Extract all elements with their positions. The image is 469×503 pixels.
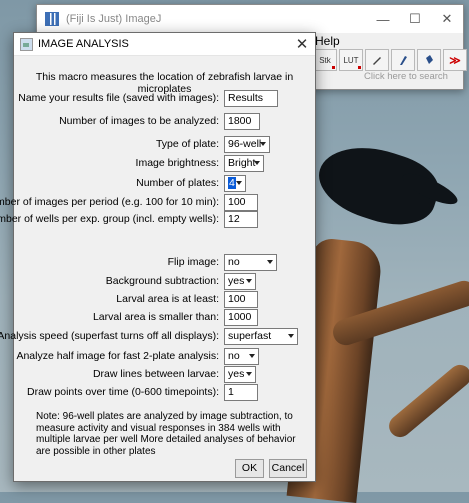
brightness-label: Image brightness: [135, 157, 219, 169]
larval-min-field[interactable]: 100 [224, 291, 258, 308]
row-results-name: Name your results file (saved with image… [14, 90, 315, 108]
row-larval-min: Larval area is at least: 100 [14, 291, 315, 309]
minimize-icon[interactable]: — [367, 5, 399, 33]
half-image-label: Analyze half image for fast 2-plate anal… [16, 350, 219, 362]
num-plates-label: Number of plates: [136, 177, 219, 189]
row-num-plates: Number of plates: 4 [14, 175, 315, 193]
fiji-title-bar[interactable]: (Fiji Is Just) ImageJ — ☐ ✕ [37, 5, 463, 33]
row-bg-subtraction: Background subtraction: yes [14, 273, 315, 291]
row-flip-image: Flip image: no [14, 254, 315, 272]
chevron-down-icon [249, 354, 255, 358]
fiji-window-title: (Fiji Is Just) ImageJ [66, 13, 162, 25]
brightness-value: Bright [228, 157, 256, 169]
row-draw-lines: Draw lines between larvae: yes [14, 366, 315, 384]
num-plates-select[interactable]: 4 [224, 175, 246, 192]
num-images-field[interactable]: 1800 [224, 113, 260, 130]
fiji-app-icon [45, 12, 59, 26]
draw-lines-value: yes [228, 368, 245, 380]
lut-tool-button[interactable]: LUT [339, 49, 363, 71]
bg-subtraction-select[interactable]: yes [224, 273, 256, 290]
images-per-period-label: Number of images per period (e.g. 100 fo… [0, 196, 219, 208]
stk-label: Stk [319, 55, 331, 65]
dialog-title: IMAGE ANALYSIS [38, 38, 129, 50]
speed-label: Analysis speed (superfast turns off all … [0, 330, 219, 342]
chevron-down-icon [267, 260, 273, 264]
cancel-button[interactable]: Cancel [269, 459, 307, 478]
image-analysis-dialog: IMAGE ANALYSIS ✕ This macro measures the… [0, 32, 316, 482]
ok-button[interactable]: OK [235, 459, 264, 478]
row-larval-max: Larval area is smaller than: 1000 [14, 309, 315, 327]
draw-points-label: Draw points over time (0-600 timepoints)… [27, 386, 219, 398]
larval-max-label: Larval area is smaller than: [92, 311, 219, 323]
lut-label: LUT [343, 55, 359, 65]
half-image-value: no [228, 350, 240, 362]
brush-tool-icon[interactable] [391, 49, 415, 71]
images-per-period-field[interactable]: 100 [224, 194, 258, 211]
speed-select[interactable]: superfast [224, 328, 298, 345]
draw-lines-select[interactable]: yes [224, 366, 256, 383]
dialog-note-text: Note: 96-well plates are analyzed by ima… [36, 411, 296, 457]
plate-type-select[interactable]: 96-well [224, 136, 270, 153]
flip-image-value: no [228, 256, 240, 268]
plate-type-value: 96-well [228, 138, 262, 150]
dialog-image-icon [20, 37, 33, 51]
flood-fill-tool-icon[interactable] [417, 49, 441, 71]
brightness-select[interactable]: Bright [224, 155, 264, 172]
row-wells-per-group: Number of wells per exp. group (incl. em… [0, 211, 315, 229]
half-image-select[interactable]: no [224, 348, 259, 365]
close-icon[interactable]: ✕ [431, 5, 463, 33]
results-name-field[interactable]: Results [224, 90, 278, 107]
row-speed: Analysis speed (superfast turns off all … [0, 328, 315, 346]
chevron-down-icon [246, 372, 252, 376]
plate-type-label: Type of plate: [155, 138, 219, 150]
chevron-down-icon [288, 334, 294, 338]
close-icon[interactable]: ✕ [289, 35, 315, 53]
more-tools-icon[interactable]: ≫ [443, 49, 467, 71]
draw-points-field[interactable]: 1 [224, 384, 258, 401]
row-half-image: Analyze half image for fast 2-plate anal… [14, 348, 315, 366]
draw-lines-label: Draw lines between larvae: [92, 368, 219, 380]
search-input[interactable]: Click here to search [361, 71, 460, 85]
maximize-icon[interactable]: ☐ [399, 5, 431, 33]
speed-value: superfast [228, 330, 272, 342]
toolbar: Stk LUT ≫ [313, 49, 467, 71]
background-tree-branch [384, 360, 469, 442]
menu-help[interactable]: Help [315, 34, 340, 48]
num-images-label: Number of images to be analyzed: [59, 115, 219, 127]
stk-tool-button[interactable]: Stk [313, 49, 337, 71]
wells-per-group-field[interactable]: 12 [224, 211, 258, 228]
larval-min-label: Larval area is at least: [116, 293, 219, 305]
row-draw-points: Draw points over time (0-600 timepoints)… [14, 384, 315, 402]
dialog-title-bar[interactable]: IMAGE ANALYSIS ✕ [14, 33, 315, 56]
chevron-down-icon [246, 279, 252, 283]
row-images-per-period: Number of images per period (e.g. 100 fo… [0, 194, 315, 212]
chevron-down-icon [260, 142, 266, 146]
row-plate-type: Type of plate: 96-well [14, 136, 315, 154]
larval-max-field[interactable]: 1000 [224, 309, 258, 326]
flip-image-select[interactable]: no [224, 254, 277, 271]
chevron-down-icon [236, 181, 242, 185]
bg-subtraction-value: yes [228, 275, 245, 287]
chevron-down-icon [254, 161, 260, 165]
num-plates-value: 4 [228, 177, 236, 189]
wells-per-group-label: Number of wells per exp. group (incl. em… [0, 213, 219, 225]
flip-image-label: Flip image: [167, 256, 219, 268]
results-name-label: Name your results file (saved with image… [18, 92, 219, 104]
bg-subtraction-label: Background subtraction: [105, 275, 219, 287]
pencil-tool-icon[interactable] [365, 49, 389, 71]
row-num-images: Number of images to be analyzed: 1800 [14, 113, 315, 131]
row-brightness: Image brightness: Bright [14, 155, 315, 173]
